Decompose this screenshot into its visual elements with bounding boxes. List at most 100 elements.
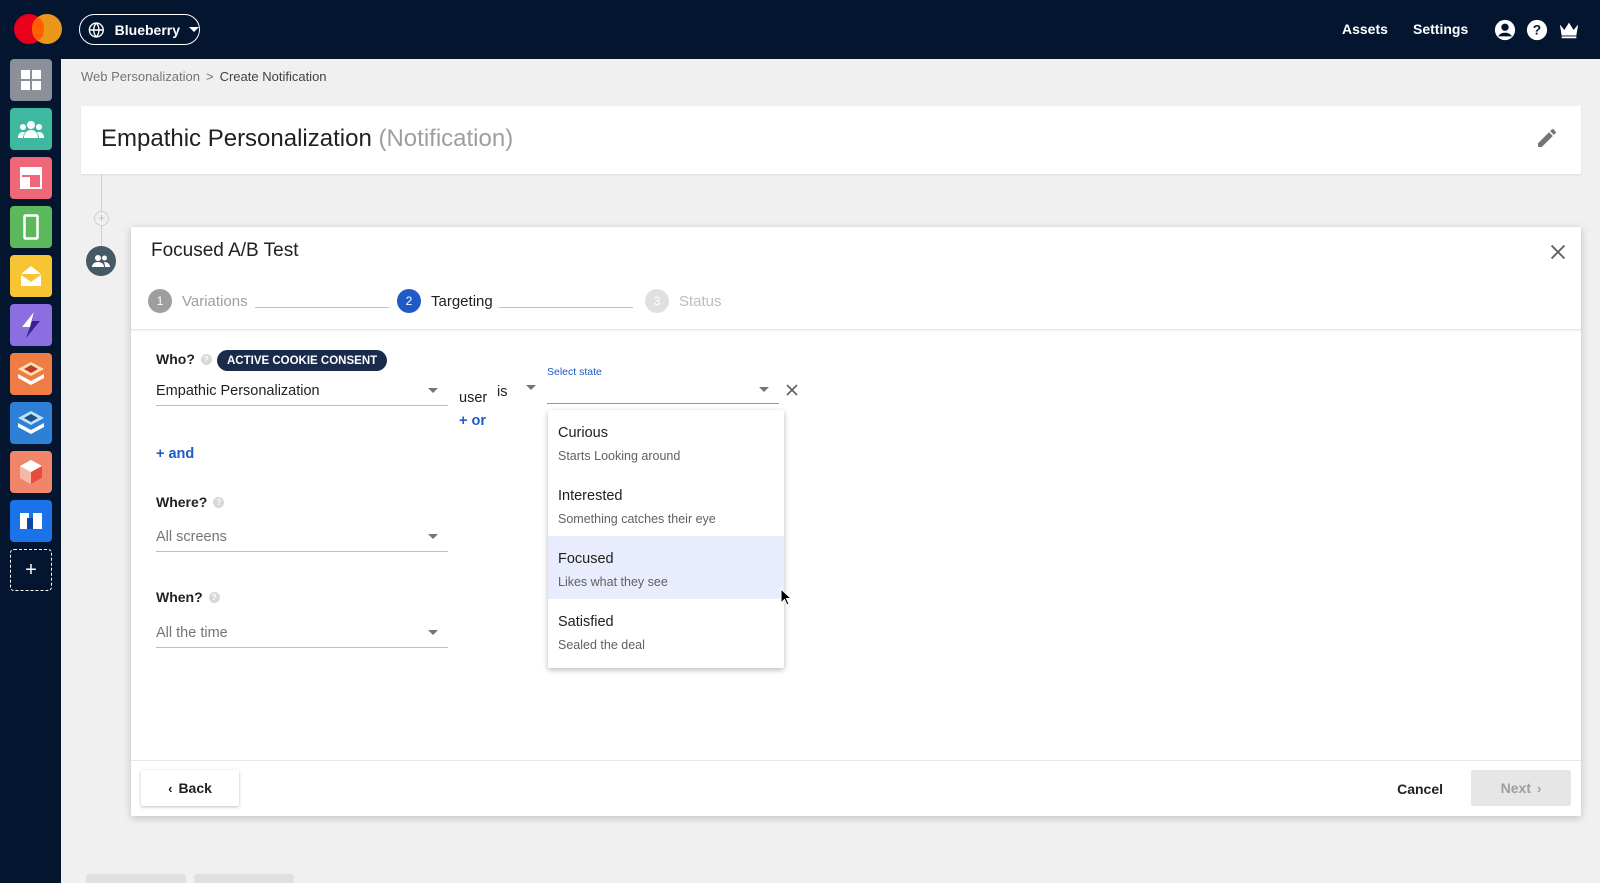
breadcrumb-separator: > [206,69,214,84]
rail-journeys-icon[interactable] [10,304,52,346]
option-name: Interested [558,488,623,504]
chevron-down-icon [428,630,438,635]
step-targeting[interactable]: 2 Targeting [397,289,493,313]
where-label-text: Where? [156,494,208,510]
user-label: user [459,390,488,406]
title-card: Empathic Personalization (Notification) [81,106,1581,174]
step-variations[interactable]: 1 Variations [148,289,248,313]
plus-icon: + [25,558,37,581]
nav-settings[interactable]: Settings [1413,21,1468,37]
page-title-main: Empathic Personalization [101,125,372,152]
mouse-cursor-icon [780,588,792,606]
state-option-curious[interactable]: Curious Starts Looking around [548,410,784,473]
rail-dynamic-icon[interactable] [10,500,52,542]
nav-assets[interactable]: Assets [1342,21,1388,37]
who-label-text: Who? [156,351,195,367]
when-label-text: When? [156,589,203,605]
step-status[interactable]: 3 Status [645,289,722,313]
help-icon[interactable]: ? [213,496,225,508]
next-button[interactable]: Next › [1471,770,1571,806]
rail-web-layout-icon[interactable] [10,157,52,199]
step-connector [255,307,389,308]
option-name: Focused [558,551,614,567]
who-label: Who?? [156,351,212,367]
operator-select[interactable]: is [497,376,544,406]
option-description: Something catches their eye [558,512,716,526]
audience-select[interactable]: Empathic Personalization [156,376,448,406]
chevron-down-icon [526,385,536,390]
option-description: Starts Looking around [558,449,681,463]
option-description: Likes what they see [558,575,668,589]
when-select-value: All the time [156,625,228,641]
rail-dashboard-icon[interactable] [10,59,52,101]
where-label: Where?? [156,494,225,510]
rail-add-button[interactable]: + [10,549,52,591]
help-icon[interactable]: ? [200,353,212,365]
add-or-condition-link[interactable]: + or [459,413,486,429]
chevron-down-icon [759,387,769,392]
where-select-value: All screens [156,529,227,545]
rail-products-icon[interactable] [10,451,52,493]
state-option-focused[interactable]: Focused Likes what they see [548,536,784,599]
when-select[interactable]: All the time [156,616,448,648]
step-label: Targeting [431,292,493,310]
breadcrumb: Web Personalization > Create Notification [81,69,327,84]
workspace-selector[interactable]: Blueberry [79,14,200,45]
add-step-icon[interactable]: + [94,211,109,226]
chevron-down-icon [189,27,199,32]
state-select[interactable] [547,379,779,404]
state-dropdown-menu: Curious Starts Looking around Interested… [548,410,784,668]
step-number: 1 [148,289,172,313]
remove-condition-icon[interactable] [784,382,800,398]
cookie-consent-badge: ACTIVE COOKIE CONSENT [217,350,388,371]
chevron-down-icon [428,534,438,539]
next-button-label: Next [1500,780,1531,796]
modal-footer: ‹ Back Cancel Next › [131,760,1581,816]
state-option-interested[interactable]: Interested Something catches their eye [548,473,784,536]
step-label: Variations [182,292,248,310]
left-rail: + [0,59,61,883]
breadcrumb-current: Create Notification [219,69,327,84]
page-title-type: (Notification) [378,125,514,152]
rail-audiences-icon[interactable] [10,108,52,150]
rail-mobile-icon[interactable] [10,206,52,248]
when-label: When?? [156,589,220,605]
step-connector [499,307,633,308]
breadcrumb-parent[interactable]: Web Personalization [81,69,200,84]
chevron-left-icon: ‹ [168,780,173,796]
mastercard-logo[interactable] [14,14,64,44]
audience-node-icon[interactable] [86,246,116,276]
bottom-tab[interactable] [86,874,186,883]
crown-icon[interactable] [1558,19,1580,41]
audience-select-value: Empathic Personalization [156,383,320,399]
add-and-condition-link[interactable]: + and [156,446,194,462]
state-option-satisfied[interactable]: Satisfied Sealed the deal [548,599,784,662]
help-icon[interactable]: ? [208,591,220,603]
svg-text:?: ? [1533,23,1541,38]
back-button[interactable]: ‹ Back [141,770,239,806]
account-icon[interactable] [1494,19,1516,41]
cancel-button[interactable]: Cancel [1397,781,1443,797]
option-description: Sealed the deal [558,638,645,652]
bottom-tab[interactable] [194,874,294,883]
edit-icon[interactable] [1535,126,1559,150]
globe-icon [88,21,104,38]
operator-value: is [497,384,508,400]
page-title: Empathic Personalization (Notification) [101,125,513,153]
step-number: 2 [397,289,421,313]
modal-title: Focused A/B Test [151,240,299,261]
option-name: Curious [558,425,608,441]
rail-email-icon[interactable] [10,255,52,297]
targeting-modal: Focused A/B Test 1 Variations 2 Targetin… [131,227,1581,816]
rail-content-icon[interactable] [10,353,52,395]
chevron-right-icon: › [1537,780,1542,796]
select-state-label: Select state [547,366,602,378]
chevron-down-icon [428,388,438,393]
back-button-label: Back [178,780,212,796]
help-icon[interactable]: ? [1526,19,1548,41]
modal-header: Focused A/B Test 1 Variations 2 Targetin… [131,227,1581,330]
rail-layers-icon[interactable] [10,402,52,444]
close-icon[interactable] [1547,241,1569,263]
workspace-name: Blueberry [114,21,180,38]
where-select[interactable]: All screens [156,520,448,552]
